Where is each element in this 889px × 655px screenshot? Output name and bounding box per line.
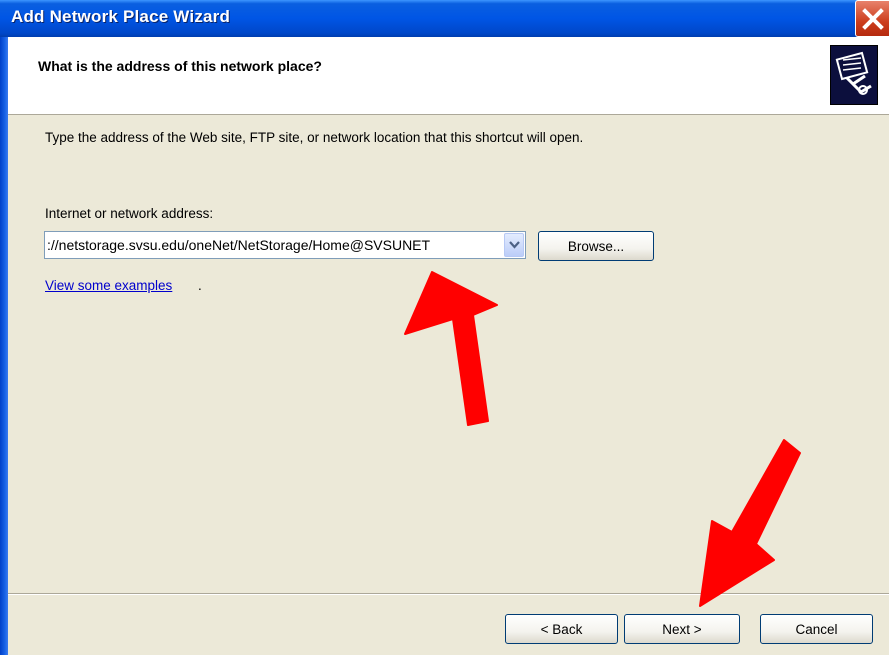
chevron-down-icon [509, 241, 520, 249]
page-title: What is the address of this network plac… [38, 58, 322, 74]
cancel-button[interactable]: Cancel [760, 614, 873, 644]
arrow-to-address-field [404, 271, 498, 426]
next-button[interactable]: Next > [624, 614, 740, 644]
window-frame-left [0, 37, 8, 655]
window-title: Add Network Place Wizard [11, 7, 231, 26]
address-combobox[interactable]: ://netstorage.svsu.edu/oneNet/NetStorage… [44, 231, 526, 259]
back-button[interactable]: < Back [505, 614, 618, 644]
close-button[interactable] [855, 0, 889, 37]
address-label: Internet or network address: [45, 206, 214, 221]
address-input[interactable]: ://netstorage.svsu.edu/oneNet/NetStorage… [47, 237, 499, 253]
network-place-icon [830, 45, 878, 105]
instruction-text: Type the address of the Web site, FTP si… [45, 130, 584, 145]
close-icon [862, 8, 884, 30]
examples-period: . [198, 278, 202, 293]
browse-button[interactable]: Browse... [538, 231, 654, 261]
title-bar[interactable]: Add Network Place Wizard [0, 0, 889, 38]
wizard-header: What is the address of this network plac… [8, 37, 889, 115]
view-examples-link[interactable]: View some examples [45, 278, 172, 293]
arrow-to-next-button [699, 439, 801, 607]
address-dropdown-button[interactable] [504, 233, 524, 257]
